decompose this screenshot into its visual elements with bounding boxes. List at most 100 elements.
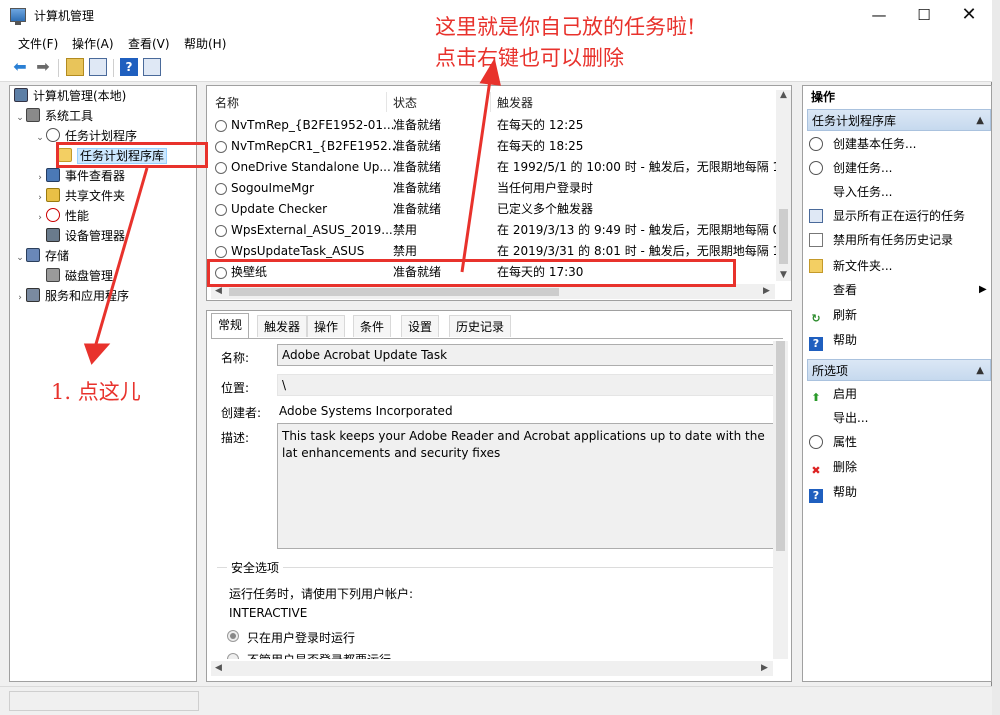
tab-general[interactable]: 常规 <box>211 313 250 338</box>
tree-node-root[interactable]: 计算机管理(本地) <box>14 86 126 106</box>
tree-node-performance[interactable]: › 性能 <box>34 206 89 226</box>
clock-icon <box>215 141 227 153</box>
column-divider[interactable] <box>386 92 387 112</box>
device-manager-icon <box>46 228 60 242</box>
tree-node-event-viewer[interactable]: › 事件查看器 <box>34 166 125 186</box>
action-refresh[interactable]: ↻ 刷新 <box>809 305 857 325</box>
help-icon: ? <box>809 489 823 503</box>
scroll-left-arrow-icon[interactable]: ◀ <box>215 286 222 296</box>
clock-icon <box>215 225 227 237</box>
scroll-right-arrow-icon[interactable]: ▶ <box>763 286 770 296</box>
tree-node-storage[interactable]: ⌄ 存储 <box>14 246 69 266</box>
column-header-name[interactable]: 名称 <box>215 94 239 111</box>
description-field[interactable]: This task keeps your Adobe Reader and Ac… <box>277 423 777 549</box>
toolbar-divider <box>113 59 114 77</box>
expand-arrow-icon[interactable]: › <box>34 188 46 208</box>
tree-node-system-tools[interactable]: ⌄ 系统工具 <box>14 106 93 126</box>
tab-divider <box>211 338 783 339</box>
action-export[interactable]: 导出... <box>809 408 868 428</box>
tree-node-services-apps[interactable]: › 服务和应用程序 <box>14 286 129 306</box>
tree-node-device-manager[interactable]: 设备管理器 <box>46 226 125 246</box>
action-new-folder[interactable]: 新文件夹... <box>809 256 892 276</box>
run-whether-logged-on-label: 不管用户是否登录都要运行 <box>247 652 391 659</box>
maximize-button[interactable]: ☐ <box>901 0 947 31</box>
scroll-right-arrow-icon[interactable]: ▶ <box>761 663 768 673</box>
show-hide-tree-icon[interactable] <box>89 58 107 76</box>
scroll-down-arrow-icon[interactable]: ▼ <box>780 270 787 280</box>
up-folder-icon[interactable] <box>66 58 84 76</box>
run-only-logged-on-radio[interactable] <box>227 630 239 642</box>
detail-horizontal-scrollbar[interactable] <box>211 661 773 676</box>
section-task-library[interactable]: 任务计划程序库 ▲ <box>807 109 991 131</box>
table-row[interactable]: WpsExternal_ASUS_2019... 禁用 在 2019/3/13 … <box>215 220 779 241</box>
action-delete[interactable]: ✖ 删除 <box>809 457 857 477</box>
collapse-caret-icon[interactable]: ▲ <box>976 360 984 382</box>
action-create-basic-task[interactable]: 创建基本任务... <box>809 134 916 154</box>
show-action-pane-icon[interactable] <box>143 58 161 76</box>
author-label: 创建者: <box>221 406 262 420</box>
annotation-box-task-library <box>56 142 208 168</box>
tab-triggers[interactable]: 触发器 <box>257 315 308 337</box>
collapse-arrow-icon[interactable]: ⌄ <box>14 248 26 268</box>
collapse-arrow-icon[interactable]: ⌄ <box>34 128 46 148</box>
action-show-running-tasks[interactable]: 显示所有正在运行的任务 <box>809 206 965 226</box>
list-horizontal-scroll-thumb[interactable] <box>229 288 559 296</box>
menu-view[interactable]: 查看(V) <box>128 35 170 52</box>
tree-node-disk-management[interactable]: 磁盘管理 <box>46 266 113 286</box>
column-header-trigger[interactable]: 触发器 <box>497 94 533 111</box>
table-row[interactable]: SogouImeMgr 准备就绪 当任何用户登录时 <box>215 178 775 199</box>
expand-arrow-icon[interactable]: › <box>34 168 46 188</box>
create-task-icon <box>809 161 823 175</box>
clock-icon <box>215 162 227 174</box>
section-selected-item[interactable]: 所选项 ▲ <box>807 359 991 381</box>
system-tools-icon <box>26 108 40 122</box>
menu-action[interactable]: 操作(A) <box>72 35 114 52</box>
submenu-arrow-icon: ▶ <box>979 284 987 295</box>
location-field[interactable]: \ <box>277 374 777 396</box>
tab-settings[interactable]: 设置 <box>401 315 440 337</box>
description-label: 描述: <box>221 431 250 445</box>
collapse-caret-icon[interactable]: ▲ <box>976 110 984 132</box>
forward-arrow-icon[interactable]: ➡ <box>34 58 52 76</box>
clock-icon <box>215 204 227 216</box>
run-only-logged-on-label: 只在用户登录时运行 <box>247 631 356 645</box>
table-row[interactable]: OneDrive Standalone Up... 准备就绪 在 1992/5/… <box>215 157 779 178</box>
table-row[interactable]: NvTmRep_{B2FE1952-01... 准备就绪 在每天的 12:25 <box>215 115 775 136</box>
table-row[interactable]: NvTmRepCR1_{B2FE1952... 准备就绪 在每天的 18:25 <box>215 136 775 157</box>
task-name-field[interactable]: Adobe Acrobat Update Task <box>277 344 777 366</box>
run-as-label: 运行任务时，请使用下列用户帐户: <box>229 587 414 601</box>
help-icon[interactable]: ? <box>120 58 138 76</box>
create-basic-task-icon <box>809 137 823 151</box>
list-vertical-scroll-thumb[interactable] <box>779 209 788 264</box>
action-enable[interactable]: ⬆ 启用 <box>809 384 857 404</box>
action-create-task[interactable]: 创建任务... <box>809 158 892 178</box>
collapse-arrow-icon[interactable]: ⌄ <box>14 108 26 128</box>
expand-arrow-icon[interactable]: › <box>14 288 26 308</box>
action-disable-history[interactable]: 禁用所有任务历史记录 <box>809 230 953 250</box>
action-properties[interactable]: 属性 <box>809 432 857 452</box>
column-header-status[interactable]: 状态 <box>393 94 417 111</box>
action-help-selected[interactable]: ? 帮助 <box>809 482 857 503</box>
column-divider[interactable] <box>490 92 491 112</box>
table-row[interactable]: Update Checker 准备就绪 已定义多个触发器 <box>215 199 775 220</box>
detail-vertical-scroll-thumb[interactable] <box>776 341 785 551</box>
back-arrow-icon[interactable]: ⬅ <box>11 58 29 76</box>
menu-file[interactable]: 文件(F) <box>18 35 58 52</box>
action-view[interactable]: 查看 ▶ <box>809 280 989 300</box>
tab-actions[interactable]: 操作 <box>307 315 346 337</box>
action-import-task[interactable]: 导入任务... <box>809 182 892 202</box>
close-button[interactable]: ✕ <box>946 0 992 31</box>
properties-icon <box>809 435 823 449</box>
action-help[interactable]: ? 帮助 <box>809 330 857 351</box>
run-whether-logged-on-radio[interactable] <box>227 653 239 659</box>
clock-icon <box>215 183 227 195</box>
tab-conditions[interactable]: 条件 <box>353 315 392 337</box>
tree-node-shared-folders[interactable]: › 共享文件夹 <box>34 186 125 206</box>
scroll-up-arrow-icon[interactable]: ▲ <box>780 90 787 100</box>
minimize-button[interactable]: — <box>856 0 902 31</box>
name-label: 名称: <box>221 351 250 365</box>
expand-arrow-icon[interactable]: › <box>34 208 46 228</box>
tab-history[interactable]: 历史记录 <box>449 315 512 337</box>
menu-help[interactable]: 帮助(H) <box>184 35 226 52</box>
scroll-left-arrow-icon[interactable]: ◀ <box>215 663 222 673</box>
